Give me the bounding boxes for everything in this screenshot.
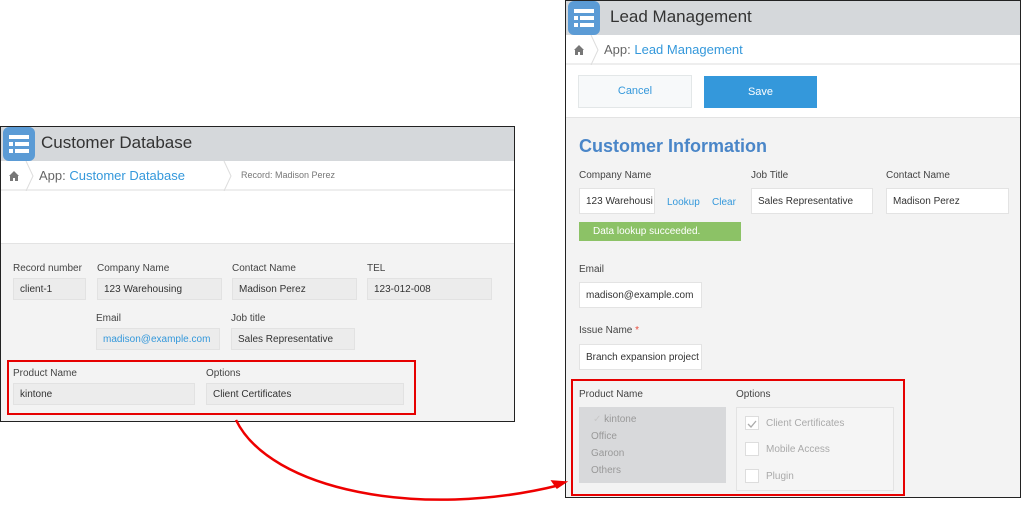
cancel-button[interactable]: Cancel	[578, 75, 692, 108]
issue-name-label-text: Issue Name	[579, 325, 633, 336]
breadcrumb-app: App: Lead Management	[604, 42, 743, 57]
breadcrumb-app-link[interactable]: Lead Management	[634, 42, 742, 57]
email-value[interactable]: madison@example.com	[96, 328, 220, 350]
job-title-input[interactable]: Sales Representative	[751, 188, 873, 214]
company-name-label: Company Name	[97, 263, 170, 274]
tel-value: 123-012-008	[367, 278, 492, 300]
lookup-success-message: Data lookup succeeded.	[579, 222, 741, 241]
highlight-box	[7, 360, 416, 415]
contact-name-label: Contact Name	[886, 170, 950, 181]
issue-name-input[interactable]: Branch expansion project	[579, 344, 702, 370]
title-bar: Customer Database	[1, 127, 514, 161]
job-title-value: Sales Representative	[231, 328, 355, 350]
home-icon[interactable]	[573, 44, 585, 56]
job-title-label: Job Title	[751, 170, 789, 181]
lookup-link[interactable]: Lookup	[667, 197, 700, 208]
save-button[interactable]: Save	[704, 76, 817, 108]
home-icon[interactable]	[8, 170, 20, 182]
breadcrumb-app-link[interactable]: Customer Database	[69, 168, 185, 183]
breadcrumb-separator	[223, 161, 232, 191]
arrow-head-icon	[550, 480, 569, 490]
breadcrumb-record: Record: Madison Perez	[241, 170, 336, 180]
toolbar-area	[1, 191, 514, 244]
job-title-label: Job title	[231, 313, 266, 324]
email-label: Email	[579, 264, 605, 275]
breadcrumb: App: Lead Management	[566, 35, 1020, 65]
contact-name-input[interactable]: Madison Perez	[886, 188, 1009, 214]
arrow-curve	[234, 419, 561, 501]
title-bar: Lead Management	[566, 1, 1020, 35]
required-marker: *	[635, 325, 640, 336]
issue-name-label: Issue Name *	[579, 325, 639, 336]
breadcrumb-separator	[25, 161, 34, 191]
email-label: Email	[96, 313, 122, 324]
breadcrumb: App: Customer Database Record: Madison P…	[1, 161, 514, 191]
breadcrumb-app: App: Customer Database	[39, 168, 185, 183]
company-name-input[interactable]: 123 Warehousi	[579, 188, 655, 214]
breadcrumb-separator	[590, 35, 599, 65]
contact-name-label: Contact Name	[232, 263, 296, 274]
customer-database-window: Customer Database App: Customer Database…	[0, 126, 515, 422]
company-name-label: Company Name	[579, 170, 652, 181]
breadcrumb-app-prefix: App:	[39, 168, 70, 183]
record-number-value: client-1	[13, 278, 86, 300]
breadcrumb-app-prefix: App:	[604, 42, 635, 57]
highlight-box	[571, 379, 905, 496]
app-title: Customer Database	[41, 133, 193, 152]
app-title: Lead Management	[610, 7, 752, 26]
contact-name-value: Madison Perez	[232, 278, 357, 300]
email-input[interactable]: madison@example.com	[579, 282, 702, 308]
app-list-icon	[568, 1, 600, 35]
company-name-value: 123 Warehousing	[97, 278, 222, 300]
clear-link[interactable]: Clear	[712, 197, 736, 208]
record-number-label: Record number	[13, 263, 82, 274]
lead-management-window: Lead Management App: Lead Management Can…	[565, 0, 1021, 498]
tel-label: TEL	[367, 263, 386, 274]
app-list-icon	[3, 127, 35, 161]
section-title: Customer Information	[579, 136, 768, 156]
